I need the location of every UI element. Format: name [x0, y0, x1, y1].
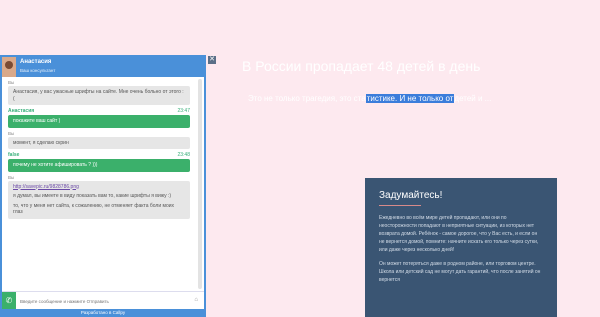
- card-title: Задумайтесь!: [379, 190, 443, 201]
- info-card: Задумайтесь! Ежедневно во всём мире дете…: [365, 178, 557, 317]
- message-time: 23:47: [177, 108, 190, 114]
- chat-close-button[interactable]: ✕: [208, 56, 216, 64]
- message-text: момент, я сделаю скрин: [13, 139, 69, 146]
- message-author-name: Анастасия: [8, 108, 35, 114]
- chat-messages[interactable]: Вы Анастасия, у вас ужасные шрифты на сай…: [2, 77, 204, 291]
- message-input[interactable]: [20, 296, 170, 306]
- chat-scrollbar[interactable]: [198, 79, 202, 289]
- chat-widget: Анастасия Ваш консультант Вы Анастасия, у…: [0, 55, 206, 317]
- message-author-name: Вы: [8, 80, 15, 85]
- message-author: false 23:48: [8, 152, 190, 159]
- message-author-name: Вы: [8, 130, 15, 136]
- message-time: 23:48: [177, 152, 190, 158]
- message-author-name: Вы: [8, 174, 15, 180]
- phone-icon[interactable]: ✆: [2, 292, 16, 310]
- card-divider: [379, 205, 421, 206]
- attach-icon[interactable]: ⌂: [194, 297, 198, 303]
- chat-header: Анастасия Ваш консультант: [2, 57, 204, 77]
- hero-subtitle-selection[interactable]: тистике. И не только от: [365, 94, 455, 103]
- message-text: то, что у меня нет сайта, к сожалению, н…: [13, 202, 175, 216]
- hero-subtitle: Это не только трагедия, это статистике. …: [248, 94, 548, 103]
- chat-input-area: ✆ ⌂: [2, 291, 204, 310]
- message-meta: Вы: [8, 175, 190, 181]
- message-text: Анастасия, у вас ужасные шрифты на сайте…: [13, 89, 184, 102]
- message-bubble-operator: покажите ваш сайт ): [8, 115, 190, 128]
- message-text: покажите ваш сайт ): [13, 118, 61, 124]
- message-link-line: http://savepic.ru/9828786.png: [13, 184, 185, 191]
- message-author-name: false: [8, 152, 20, 158]
- message-meta: Вы: [8, 80, 190, 86]
- message-link[interactable]: http://savepic.ru/9828786.png: [13, 184, 79, 190]
- message-text: я думал, вы имеете в виду показать вам т…: [13, 193, 172, 199]
- operator-name: Анастасия: [20, 59, 52, 65]
- message-author: Анастасия 23:47: [8, 108, 190, 115]
- message-text: почему не хотите афишировать ? ))): [13, 162, 98, 168]
- chat-footer[interactable]: Разработано в Callpy: [2, 309, 204, 317]
- card-paragraph-2: Он может потеряться даже в родном районе…: [379, 261, 541, 283]
- card-paragraph-1: Ежедневно во всём мире детей пропадают, …: [379, 215, 539, 253]
- message-bubble-user: момент, я сделаю скрин: [8, 136, 190, 149]
- message-bubble-user: http://savepic.ru/9828786.png я думал, вы…: [8, 180, 190, 219]
- hero-subtitle-pre: Это не только трагедия, это ста: [248, 94, 366, 103]
- message-bubble-operator: почему не хотите афишировать ? ))): [8, 159, 190, 172]
- hero-title: В России пропадает 48 детей в день: [242, 58, 481, 74]
- hero-subtitle-post: детей и ...: [454, 94, 492, 103]
- operator-avatar: [2, 57, 16, 77]
- message-bubble-user: Анастасия, у вас ужасные шрифты на сайте…: [8, 86, 190, 105]
- message-meta: Вы: [8, 131, 190, 137]
- operator-role: Ваш консультант: [20, 68, 56, 73]
